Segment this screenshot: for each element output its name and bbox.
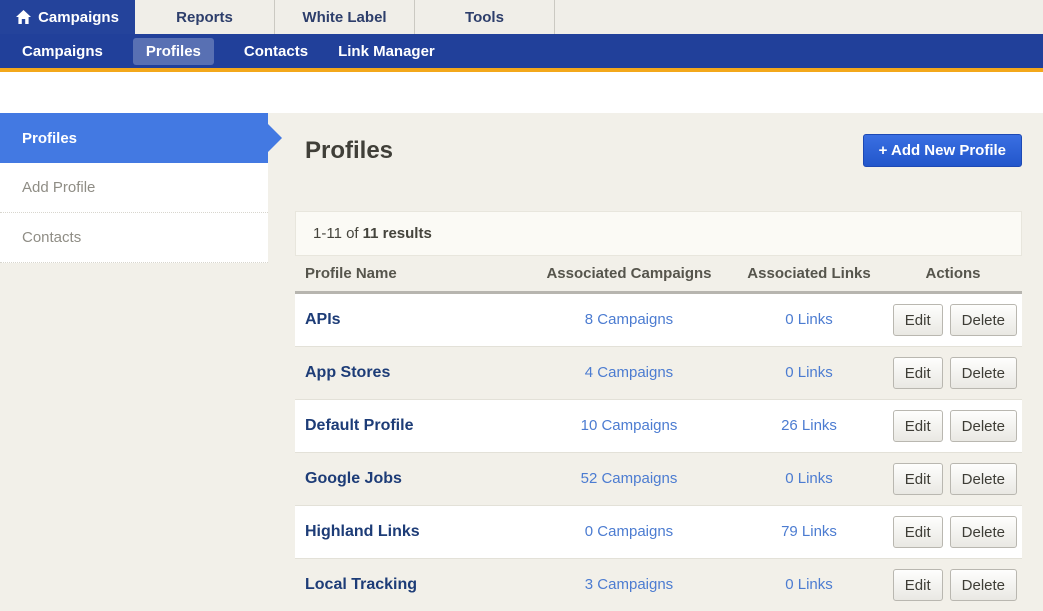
profile-name-link[interactable]: App Stores [305, 364, 390, 381]
edit-button[interactable]: Edit [893, 516, 943, 548]
table-row: Google Jobs 52 Campaigns 0 Links Edit De… [295, 453, 1022, 506]
sidebar-item-label: Profiles [22, 130, 77, 147]
associated-links-link[interactable]: 0 Links [785, 470, 833, 487]
row-actions: Edit Delete [884, 357, 1022, 389]
results-count: 11 results [363, 225, 432, 242]
edit-button[interactable]: Edit [893, 463, 943, 495]
edit-button[interactable]: Edit [893, 569, 943, 601]
sidebar-item-label: Add Profile [22, 179, 95, 196]
associated-links-link[interactable]: 0 Links [785, 364, 833, 381]
column-header-profile-name: Profile Name [305, 265, 524, 282]
main-header: Profiles + Add New Profile [295, 134, 1022, 167]
profile-name-link[interactable]: Google Jobs [305, 470, 402, 487]
table-row: APIs 8 Campaigns 0 Links Edit Delete [295, 294, 1022, 347]
row-actions: Edit Delete [884, 516, 1022, 548]
header-spacer [0, 72, 1043, 113]
tab-campaigns[interactable]: Campaigns [0, 0, 135, 34]
row-actions: Edit Delete [884, 304, 1022, 336]
tab-label: Campaigns [38, 9, 119, 26]
table-row: Local Tracking 3 Campaigns 0 Links Edit … [295, 559, 1022, 611]
sidebar-item-contacts[interactable]: Contacts [0, 213, 268, 263]
delete-button[interactable]: Delete [950, 516, 1017, 548]
associated-campaigns-link[interactable]: 0 Campaigns [585, 523, 673, 540]
main-panel: Profiles + Add New Profile 1-11 of 11 re… [295, 113, 1022, 611]
results-range: 1-11 of [313, 225, 359, 242]
column-header-associated-links: Associated Links [734, 265, 884, 282]
column-header-actions: Actions [884, 265, 1022, 282]
edit-button[interactable]: Edit [893, 410, 943, 442]
associated-links-link[interactable]: 26 Links [781, 417, 837, 434]
profile-name-link[interactable]: Local Tracking [305, 576, 417, 593]
profile-name-link[interactable]: Highland Links [305, 523, 420, 540]
associated-links-link[interactable]: 0 Links [785, 311, 833, 328]
content-area: Profiles Add Profile Contacts Profiles +… [0, 113, 1043, 611]
sidebar-item-profiles[interactable]: Profiles [0, 113, 268, 163]
sidebar-item-add-profile[interactable]: Add Profile [0, 163, 268, 213]
secondary-nav: Campaigns Profiles Contacts Link Manager [0, 34, 1043, 68]
sidebar-item-label: Contacts [22, 229, 81, 246]
table-body: APIs 8 Campaigns 0 Links Edit Delete App… [295, 294, 1022, 611]
subnav-item-campaigns[interactable]: Campaigns [22, 38, 103, 65]
page-title: Profiles [305, 134, 393, 167]
sidebar: Profiles Add Profile Contacts [0, 113, 268, 263]
tab-white-label[interactable]: White Label [275, 0, 415, 34]
add-new-profile-button[interactable]: + Add New Profile [863, 134, 1022, 167]
top-nav-spacer [555, 0, 1043, 34]
edit-button[interactable]: Edit [893, 357, 943, 389]
row-actions: Edit Delete [884, 410, 1022, 442]
associated-campaigns-link[interactable]: 10 Campaigns [581, 417, 678, 434]
associated-campaigns-link[interactable]: 4 Campaigns [585, 364, 673, 381]
table-row: Default Profile 10 Campaigns 26 Links Ed… [295, 400, 1022, 453]
profile-name-link[interactable]: APIs [305, 311, 341, 328]
home-icon [16, 10, 31, 24]
associated-campaigns-link[interactable]: 3 Campaigns [585, 576, 673, 593]
tab-reports[interactable]: Reports [135, 0, 275, 34]
associated-links-link[interactable]: 0 Links [785, 576, 833, 593]
delete-button[interactable]: Delete [950, 569, 1017, 601]
top-nav: Campaigns Reports White Label Tools [0, 0, 1043, 34]
column-header-associated-campaigns: Associated Campaigns [524, 265, 734, 282]
tab-label: Tools [465, 9, 504, 26]
profile-name-link[interactable]: Default Profile [305, 417, 413, 434]
subnav-item-profiles[interactable]: Profiles [133, 38, 214, 65]
associated-campaigns-link[interactable]: 52 Campaigns [581, 470, 678, 487]
associated-links-link[interactable]: 79 Links [781, 523, 837, 540]
table-row: Highland Links 0 Campaigns 79 Links Edit… [295, 506, 1022, 559]
delete-button[interactable]: Delete [950, 304, 1017, 336]
table-header-row: Profile Name Associated Campaigns Associ… [295, 256, 1022, 294]
tab-label: Reports [176, 9, 233, 26]
delete-button[interactable]: Delete [950, 463, 1017, 495]
tab-tools[interactable]: Tools [415, 0, 555, 34]
delete-button[interactable]: Delete [950, 357, 1017, 389]
subnav-item-contacts[interactable]: Contacts [244, 38, 308, 65]
results-summary: 1-11 of 11 results [295, 211, 1022, 256]
associated-campaigns-link[interactable]: 8 Campaigns [585, 311, 673, 328]
table-row: App Stores 4 Campaigns 0 Links Edit Dele… [295, 347, 1022, 400]
edit-button[interactable]: Edit [893, 304, 943, 336]
delete-button[interactable]: Delete [950, 410, 1017, 442]
row-actions: Edit Delete [884, 569, 1022, 601]
row-actions: Edit Delete [884, 463, 1022, 495]
tab-label: White Label [302, 9, 386, 26]
subnav-item-link-manager[interactable]: Link Manager [338, 38, 435, 65]
